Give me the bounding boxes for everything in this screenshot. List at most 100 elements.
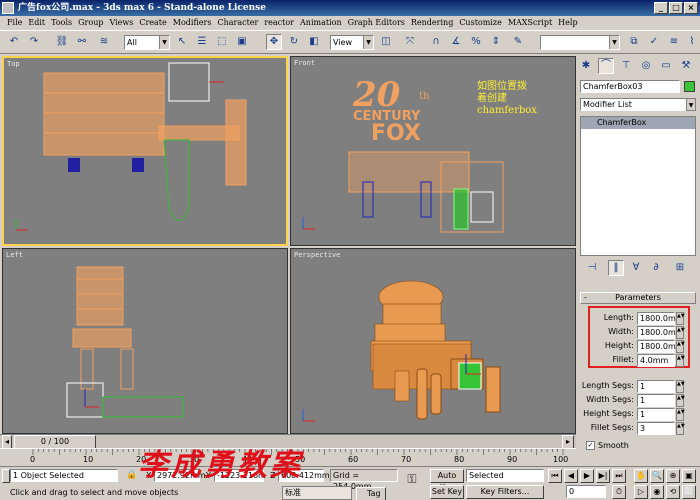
zoom-icon[interactable]: 🔍: [650, 469, 664, 483]
select-scale-icon[interactable]: ◧: [306, 34, 322, 50]
modifier-list-dropdown[interactable]: Modifier List ▼: [580, 98, 696, 111]
play-icon[interactable]: ▶: [580, 469, 594, 483]
parameters-rollout-header[interactable]: - Parameters: [580, 292, 696, 304]
zoom-extents-icon[interactable]: ▣: [682, 469, 696, 483]
angle-snap-icon[interactable]: ∡: [448, 34, 464, 50]
pan-icon[interactable]: ✋: [634, 469, 648, 483]
menu-customize[interactable]: Customize: [456, 16, 505, 30]
menu-group[interactable]: Group: [75, 16, 106, 30]
pivot-center-icon[interactable]: ◫: [378, 34, 394, 50]
auto-key-button[interactable]: Auto Key: [430, 469, 464, 492]
goto-end-icon[interactable]: ⏭: [612, 469, 626, 483]
height-segs-input[interactable]: 1: [637, 408, 675, 421]
menu-animation[interactable]: Animation: [297, 16, 345, 30]
ime-bar[interactable]: 标准: [282, 486, 352, 500]
align-icon[interactable]: ✓: [646, 34, 662, 50]
maxscript-listener-icon[interactable]: [2, 469, 10, 483]
width-segs-spinner-icon[interactable]: ▲▼: [676, 394, 685, 407]
maximize-button[interactable]: □: [669, 2, 683, 14]
pin-stack-icon[interactable]: ⊣: [584, 260, 600, 276]
select-by-name-icon[interactable]: ☰: [194, 34, 210, 50]
current-frame-field[interactable]: 0: [566, 485, 606, 498]
edit-named-selection-icon[interactable]: ✎: [510, 34, 526, 50]
percent-snap-icon[interactable]: %: [468, 34, 484, 50]
select-rotate-icon[interactable]: ↻: [286, 34, 302, 50]
height-segs-spinner-icon[interactable]: ▲▼: [676, 408, 685, 421]
remove-modifier-icon[interactable]: ∂: [648, 260, 664, 276]
selection-filter-dropdown[interactable]: All ▼: [124, 35, 170, 50]
key-mode-icon[interactable]: ⚿: [404, 471, 420, 487]
time-slider-thumb[interactable]: 0 / 100: [14, 435, 96, 449]
configure-sets-icon[interactable]: ⊞: [672, 260, 688, 276]
window-crossing-icon[interactable]: ▣: [234, 34, 250, 50]
reference-coord-dropdown[interactable]: View ▼: [330, 35, 374, 50]
next-key-icon[interactable]: ▶|: [596, 469, 610, 483]
menu-rendering[interactable]: Rendering: [408, 16, 456, 30]
viewport-perspective[interactable]: Perspective: [290, 248, 576, 434]
display-tab-icon[interactable]: ▭: [658, 58, 674, 74]
viewport-left[interactable]: Left: [2, 248, 288, 434]
orbit-icon[interactable]: ◉: [650, 485, 664, 499]
length-segs-input[interactable]: 1: [637, 380, 675, 393]
modify-tab-icon[interactable]: ⌒: [598, 58, 614, 74]
unlink-icon[interactable]: ⚯: [74, 34, 90, 50]
menu-help[interactable]: Help: [555, 16, 580, 30]
spinner-snap-icon[interactable]: ⇕: [488, 34, 504, 50]
bind-space-warp-icon[interactable]: ≋: [96, 34, 112, 50]
menu-tools[interactable]: Tools: [48, 16, 75, 30]
menu-modifiers[interactable]: Modifiers: [170, 16, 215, 30]
close-button[interactable]: ×: [684, 2, 698, 14]
show-end-result-icon[interactable]: ‖: [608, 260, 624, 276]
select-move-icon[interactable]: ✥: [266, 34, 282, 50]
menu-character[interactable]: Character: [214, 16, 261, 30]
length-input[interactable]: 1800.0mm: [637, 312, 684, 325]
zoom-all-icon[interactable]: ⊕: [666, 469, 680, 483]
key-mode-dropdown[interactable]: Selected: [466, 469, 544, 482]
undo-icon[interactable]: ↶: [6, 34, 22, 50]
fillet-segs-input[interactable]: 3: [637, 422, 675, 435]
curve-editor-icon[interactable]: ⌇: [684, 34, 700, 50]
length-segs-spinner-icon[interactable]: ▲▼: [676, 380, 685, 393]
menu-maxscript[interactable]: MAXScript: [505, 16, 555, 30]
fillet-segs-spinner-icon[interactable]: ▲▼: [676, 422, 685, 435]
link-icon[interactable]: ⛓: [54, 34, 70, 50]
length-spinner-icon[interactable]: ▲▼: [676, 312, 685, 325]
menu-views[interactable]: Views: [106, 16, 136, 30]
set-key-button[interactable]: Set Key: [430, 485, 464, 499]
viewport-top[interactable]: Top: [2, 56, 288, 246]
menu-create[interactable]: Create: [136, 16, 169, 30]
next-frame-icon[interactable]: ▸: [562, 435, 574, 449]
width-input[interactable]: 1800.0mm: [637, 326, 684, 339]
tag-button[interactable]: Tag: [356, 487, 386, 500]
object-name-field[interactable]: ChamferBox03: [580, 80, 680, 93]
viewport-front[interactable]: Front 20 th CENTURY FOX 如图位置拨 着创建 chamfe…: [290, 56, 576, 246]
rect-selection-icon[interactable]: ⬚: [214, 34, 230, 50]
height-spinner-icon[interactable]: ▲▼: [676, 340, 685, 353]
fillet-input[interactable]: 4.0mm: [637, 354, 675, 367]
width-segs-input[interactable]: 1: [637, 394, 675, 407]
prev-key-icon[interactable]: ◀: [564, 469, 578, 483]
menu-reactor[interactable]: reactor: [261, 16, 297, 30]
mirror-icon[interactable]: ⧉: [626, 34, 642, 50]
height-input[interactable]: 1800.0mm: [637, 340, 684, 353]
utilities-tab-icon[interactable]: ⚒: [678, 58, 694, 74]
minimize-button[interactable]: _: [654, 2, 668, 14]
fillet-spinner-icon[interactable]: ▲▼: [676, 354, 685, 367]
create-tab-icon[interactable]: ✱: [578, 58, 594, 74]
maximize-viewport-icon[interactable]: ⬜: [682, 485, 696, 499]
menu-file[interactable]: File: [4, 16, 25, 30]
object-color-swatch[interactable]: [684, 81, 695, 92]
motion-tab-icon[interactable]: ◎: [638, 58, 654, 74]
snap-toggle-icon[interactable]: ∩: [428, 34, 444, 50]
layer-manager-icon[interactable]: ≡: [666, 34, 682, 50]
time-config-icon[interactable]: ⏱: [612, 485, 626, 499]
width-spinner-icon[interactable]: ▲▼: [676, 326, 685, 339]
key-filters-button[interactable]: Key Filters...: [466, 485, 544, 499]
redo-icon[interactable]: ↷: [26, 34, 42, 50]
make-unique-icon[interactable]: ∀: [628, 260, 644, 276]
goto-start-icon[interactable]: ⏮: [548, 469, 562, 483]
prev-frame-icon[interactable]: ◂: [2, 435, 12, 449]
menu-edit[interactable]: Edit: [25, 16, 48, 30]
menu-graph-editors[interactable]: Graph Editors: [345, 16, 408, 30]
named-selection-set-dropdown[interactable]: ▼: [540, 35, 620, 50]
